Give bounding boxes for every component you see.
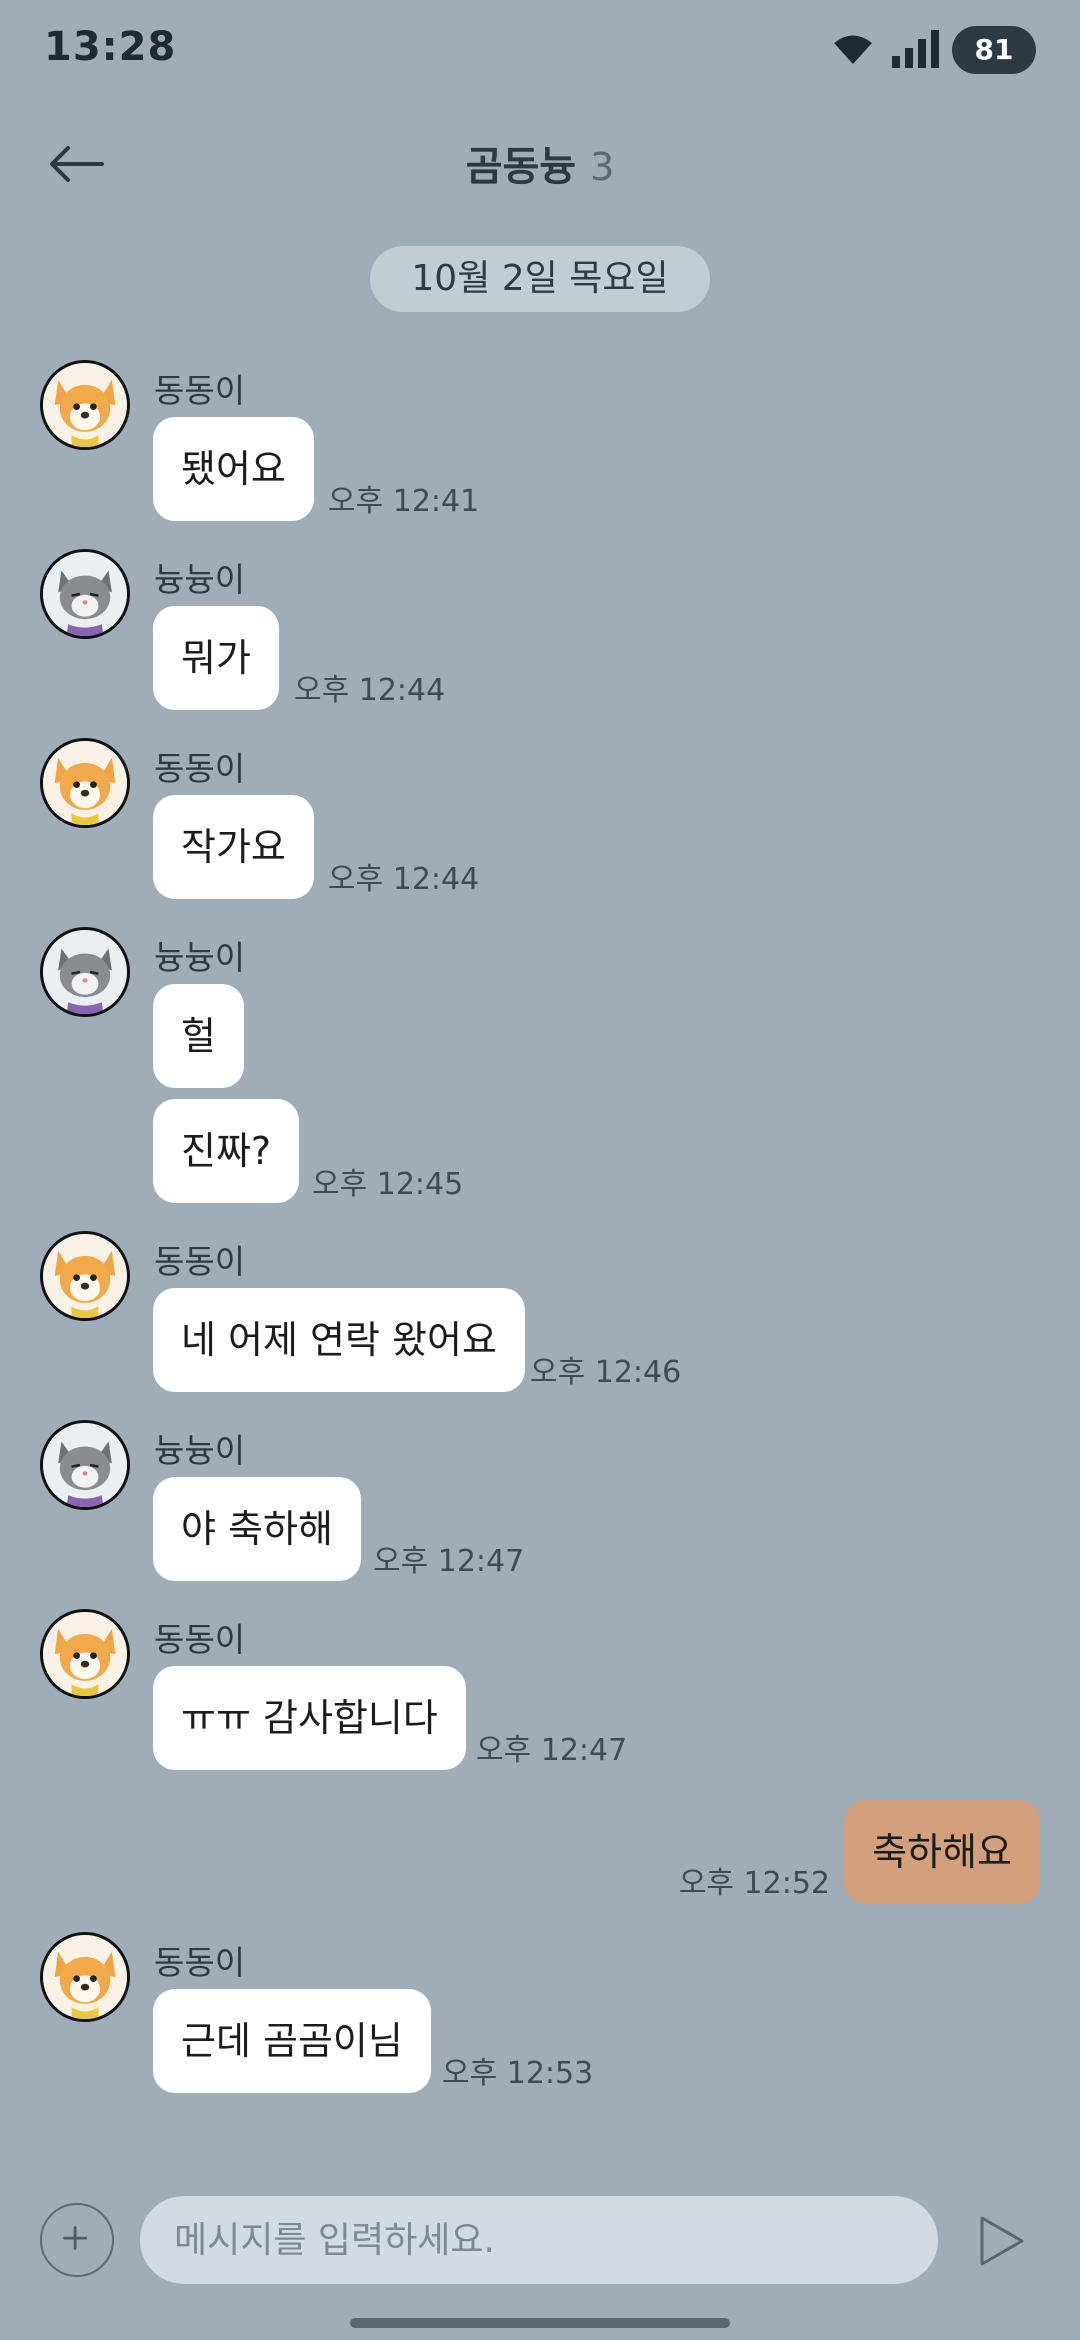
sender-name: 늉늉이 xyxy=(154,938,246,977)
sender-name: 동동이 xyxy=(154,1242,246,1281)
plus-icon xyxy=(63,2226,87,2250)
sender-name: 늉늉이 xyxy=(154,1431,246,1470)
status-time: 13:28 xyxy=(44,24,177,70)
avatar-dog[interactable] xyxy=(40,1609,130,1699)
message-bubble[interactable]: 진짜? xyxy=(153,1099,300,1203)
message-time: 오후 12:44 xyxy=(328,862,480,897)
wifi-icon xyxy=(834,35,872,64)
sender-name: 늉늉이 xyxy=(154,560,246,599)
chat-header: 곰동늉 3 xyxy=(0,110,1080,220)
attach-button[interactable] xyxy=(40,2203,114,2277)
message-time: 오후 12:44 xyxy=(294,673,446,708)
sender-name: 동동이 xyxy=(154,749,246,788)
avatar-cat[interactable] xyxy=(40,927,130,1017)
message-bubble[interactable]: 네 어제 연락 왔어요 xyxy=(153,1288,525,1392)
message-bubble[interactable]: 뭐가 xyxy=(153,606,279,710)
message-bubble[interactable]: ㅠㅠ 감사합니다 xyxy=(153,1666,466,1770)
sender-name: 동동이 xyxy=(154,371,246,410)
message-bubble[interactable]: 됐어요 xyxy=(153,417,314,521)
avatar-dog[interactable] xyxy=(40,1932,130,2022)
avatar-cat[interactable] xyxy=(40,549,130,639)
send-icon[interactable] xyxy=(978,2214,1026,2268)
message-time: 오후 12:41 xyxy=(328,484,480,519)
avatar-dog[interactable] xyxy=(40,738,130,828)
member-count: 3 xyxy=(590,145,615,189)
message-time: 오후 12:47 xyxy=(476,1733,628,1768)
message-time: 오후 12:45 xyxy=(312,1167,464,1202)
message-time: 오후 12:52 xyxy=(678,1866,830,1901)
home-indicator[interactable] xyxy=(350,2318,730,2328)
chat-title-group: 곰동늉 3 xyxy=(0,134,1080,192)
message-bubble[interactable]: 작가요 xyxy=(153,795,314,899)
status-bar: 13:28 81 xyxy=(0,0,1080,104)
message-bubble[interactable]: 야 축하해 xyxy=(153,1477,361,1581)
message-bubble[interactable]: 헐 xyxy=(153,984,244,1088)
avatar-cat[interactable] xyxy=(40,1420,130,1510)
message-bubble[interactable]: 근데 곰곰이님 xyxy=(153,1989,431,2093)
sender-name: 동동이 xyxy=(154,1943,246,1982)
date-divider: 10월 2일 목요일 xyxy=(370,246,710,312)
signal-icon xyxy=(892,30,939,68)
message-input[interactable] xyxy=(140,2196,938,2284)
message-time: 오후 12:46 xyxy=(530,1355,682,1390)
message-time: 오후 12:47 xyxy=(373,1544,525,1579)
sender-name: 동동이 xyxy=(154,1620,246,1659)
my-message-bubble[interactable]: 축하해요 xyxy=(844,1800,1040,1904)
avatar-dog[interactable] xyxy=(40,1231,130,1321)
chat-title: 곰동늉 xyxy=(465,144,577,190)
battery-indicator: 81 xyxy=(952,26,1036,74)
message-time: 오후 12:53 xyxy=(442,2056,594,2091)
avatar-dog[interactable] xyxy=(40,360,130,450)
